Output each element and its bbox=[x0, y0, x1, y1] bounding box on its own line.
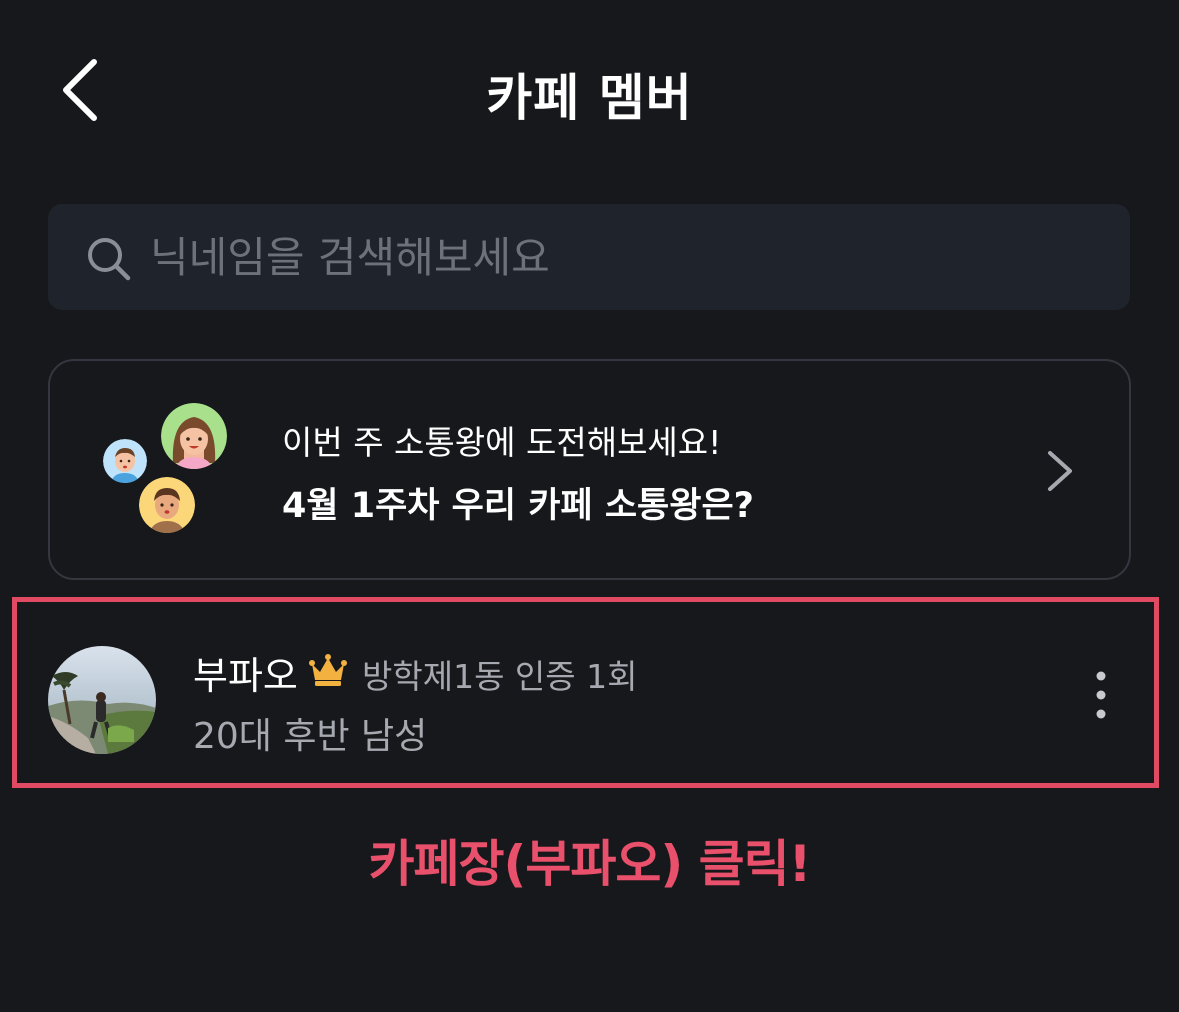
boy-avatar-icon bbox=[103, 439, 147, 483]
header: 카페 멤버 bbox=[0, 40, 1179, 140]
banner-subtitle: 이번 주 소통왕에 도전해보세요! bbox=[282, 423, 722, 462]
woman-avatar-icon bbox=[161, 403, 227, 469]
search-input[interactable] bbox=[150, 222, 1090, 292]
page-title: 카페 멤버 bbox=[486, 69, 693, 127]
search-icon bbox=[88, 238, 131, 281]
annotation-caption: 카페장(부파오) 클릭! bbox=[368, 835, 812, 893]
man-avatar-icon bbox=[139, 477, 195, 533]
cafe-members-screen: 카페 멤버 닉네임을 검색해보세요 이번 주 소통왕에 도전해보세요! 4월 1… bbox=[0, 0, 1179, 1012]
chevron-right-icon bbox=[1048, 451, 1072, 491]
banner-avatar-group bbox=[103, 403, 233, 533]
highlight-frame bbox=[12, 597, 1159, 788]
banner-title: 4월 1주차 우리 카페 소통왕은? bbox=[282, 486, 754, 526]
